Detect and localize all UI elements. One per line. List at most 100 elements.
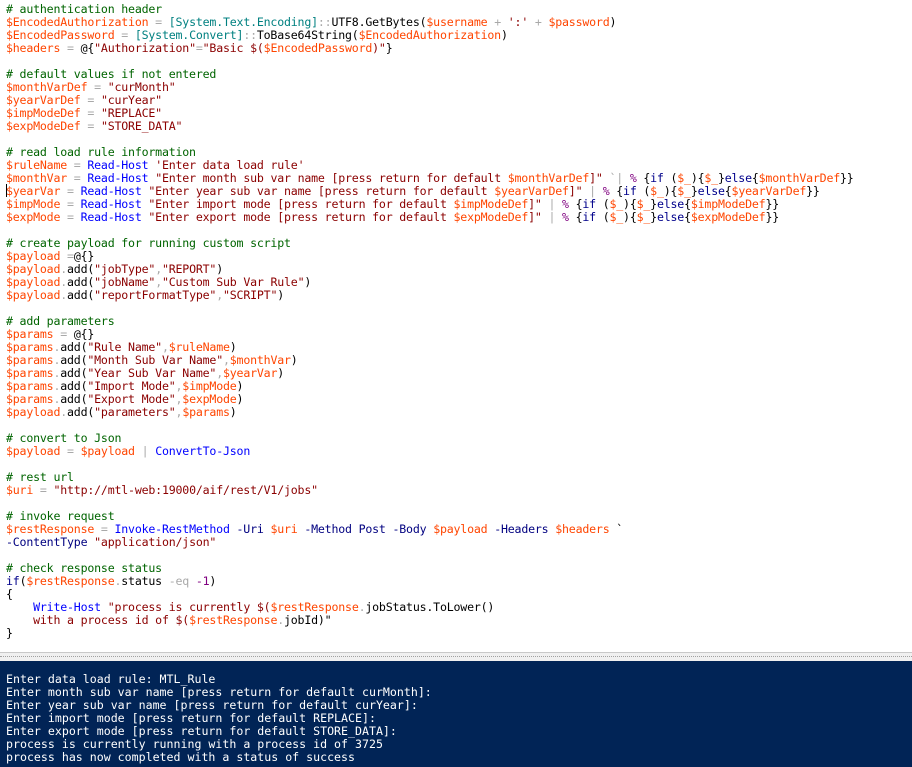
code-token: }}: [765, 210, 780, 224]
code-token: Read-Host: [80, 197, 142, 211]
code-token: }: [650, 210, 657, 224]
code-line[interactable]: }: [6, 627, 13, 640]
code-token: $monthVar: [6, 171, 68, 185]
code-token: "Enter import mode [press return for def…: [148, 197, 454, 211]
code-token: $payload: [80, 444, 135, 458]
code-token: (: [663, 171, 678, 185]
code-token: =: [60, 184, 81, 198]
code-line[interactable]: if($restResponse.status -eq -1): [6, 575, 216, 588]
code-token: =: [67, 158, 88, 172]
code-token: {: [636, 171, 651, 185]
code-token: ): [277, 288, 285, 302]
code-token: ){: [663, 184, 678, 198]
code-token: "REPLACE": [100, 106, 162, 120]
code-token: {: [568, 197, 583, 211]
code-line[interactable]: $expModeDef = "STORE_DATA": [6, 120, 183, 133]
code-token: $EncodedPassword: [263, 41, 373, 55]
code-token: "Export Mode": [87, 392, 176, 406]
code-line[interactable]: $uri = "http://mtl-web:19000/aif/rest/V1…: [6, 484, 318, 497]
code-token: # check response status: [6, 561, 162, 575]
code-token: if: [6, 574, 20, 588]
code-token: $_: [609, 197, 624, 211]
code-token: $yearVar: [222, 366, 278, 380]
code-token: Read-Host: [80, 210, 142, 224]
code-token: }}: [806, 184, 820, 198]
code-token: $_: [677, 184, 691, 198]
code-token: =: [80, 106, 101, 120]
code-token: }: [690, 184, 698, 198]
code-token: =: [87, 80, 108, 94]
code-line[interactable]: $payload = $payload | ConvertTo-Json: [6, 445, 250, 458]
code-token: with a process id of $(: [33, 613, 190, 627]
code-token: else: [724, 171, 752, 185]
code-token: "SCRIPT": [222, 288, 278, 302]
code-token: $_: [636, 197, 651, 211]
code-token: $params: [6, 392, 54, 406]
code-token: else: [656, 210, 685, 224]
code-token: add(: [60, 353, 88, 367]
code-line[interactable]: $payload.add("reportFormatType","SCRIPT"…: [6, 289, 284, 302]
code-token: "REPORT": [161, 262, 217, 276]
code-token: "jobType": [94, 262, 156, 276]
code-token: $expMode: [182, 392, 237, 406]
code-token: .: [60, 275, 68, 289]
code-token: $password: [548, 15, 610, 29]
code-token: # default values if not entered: [6, 67, 217, 81]
code-token: %: [562, 197, 569, 211]
code-token: $ruleName: [168, 340, 230, 354]
code-token: "application/json": [94, 535, 217, 549]
code-token: ]": [568, 184, 583, 198]
code-token: =: [60, 249, 74, 263]
code-token: ]": [528, 197, 542, 211]
code-token: .: [60, 405, 68, 419]
code-token: (: [595, 210, 610, 224]
code-token: $impMode: [6, 197, 61, 211]
code-token: $yearVarDef: [6, 93, 81, 107]
code-token: ): [216, 262, 223, 276]
code-line[interactable]: with a process id of $($restResponse.job…: [6, 613, 332, 627]
code-token: }: [385, 41, 393, 55]
code-token: -Uri: [236, 522, 264, 536]
code-token: "curYear": [100, 93, 162, 107]
code-token: $impMode: [182, 379, 237, 393]
code-token: $yearVarDef: [494, 184, 569, 198]
code-token: ): [277, 366, 285, 380]
code-line[interactable]: -ContentType "application/json": [6, 536, 216, 549]
code-token: add(: [60, 340, 88, 354]
code-token: $_: [704, 171, 718, 185]
code-token: $EncodedAuthorization: [358, 28, 502, 42]
code-token: ){: [623, 210, 637, 224]
code-token: %: [562, 210, 569, 224]
code-token: $restResponse: [189, 613, 278, 627]
code-token: $params: [6, 340, 54, 354]
code-token: # invoke request: [6, 509, 115, 523]
code-token: "Custom Sub Var Rule": [161, 275, 305, 289]
code-token: =: [60, 210, 81, 224]
code-line[interactable]: $expMode = Read-Host "Enter export mode …: [6, 211, 779, 224]
code-token: .: [277, 613, 284, 627]
code-line[interactable]: $headers = @{"Authorization"="Basic $($E…: [6, 42, 393, 55]
console-output-pane[interactable]: Enter data load rule: MTL_Rule Enter mont…: [0, 661, 912, 767]
code-token: {: [6, 587, 13, 601]
code-token: $monthVar: [229, 353, 291, 367]
script-editor-pane[interactable]: # authentication header $EncodedAuthoriza…: [0, 0, 912, 652]
code-token: ]": [528, 210, 542, 224]
code-line[interactable]: $payload.add("parameters",$params): [6, 406, 237, 419]
code-token: Read-Host: [87, 171, 149, 185]
code-token: =: [94, 522, 115, 536]
code-token: ): [236, 379, 244, 393]
code-token: "Enter year sub var name [press return f…: [148, 184, 495, 198]
code-token: $_: [677, 171, 691, 185]
pane-splitter[interactable]: [0, 652, 912, 661]
code-token: [System.Convert]: [134, 28, 244, 42]
code-token: else: [656, 197, 685, 211]
code-token: $params: [6, 353, 54, 367]
code-token: $EncodedPassword: [6, 28, 115, 42]
code-token: # add parameters: [6, 314, 115, 328]
code-token: $impModeDef: [453, 197, 529, 211]
code-token: ::: [317, 15, 332, 29]
